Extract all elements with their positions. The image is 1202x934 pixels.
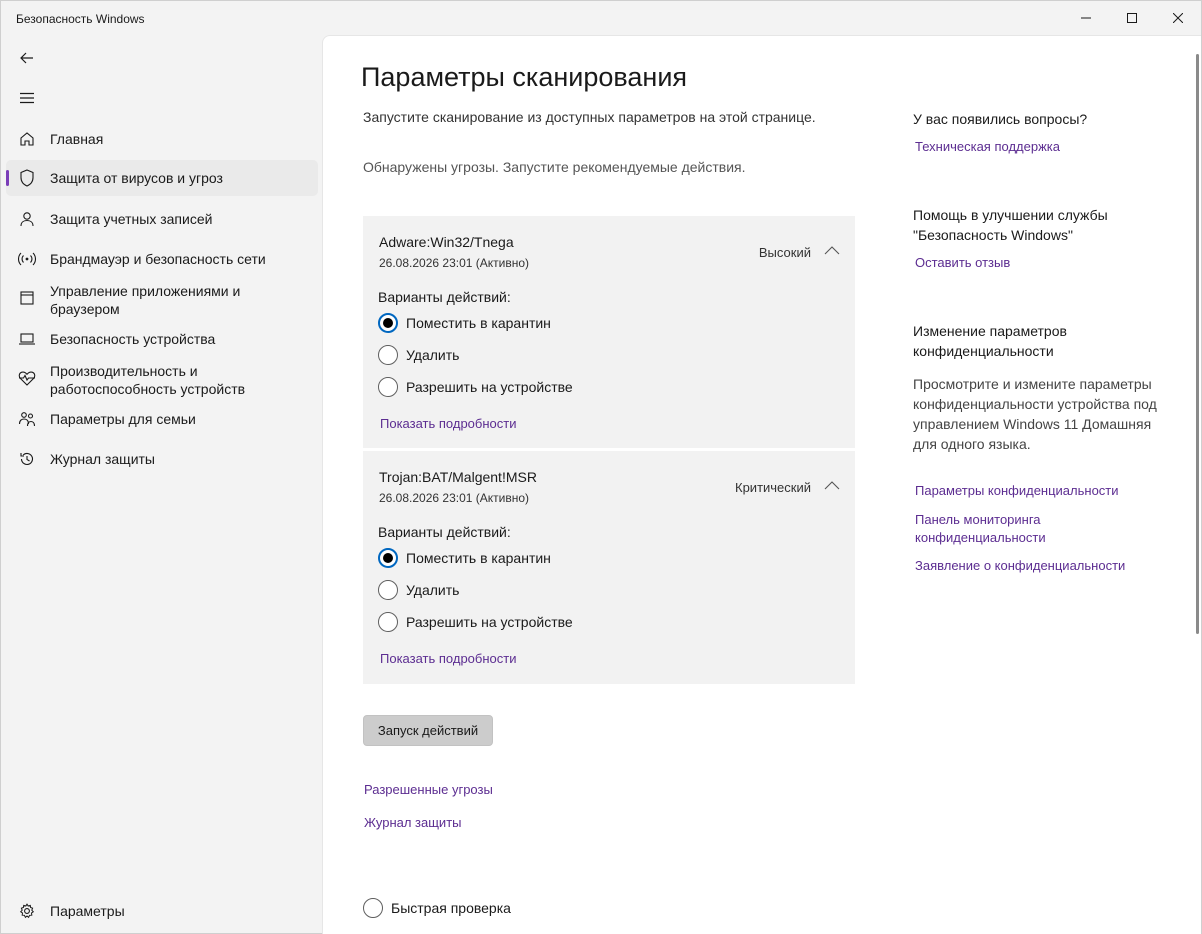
show-details-link[interactable]: Показать подробности xyxy=(380,416,516,431)
threat-name: Adware:Win32/Tnega xyxy=(379,234,514,250)
show-details-link[interactable]: Показать подробности xyxy=(380,651,516,666)
run-actions-button[interactable]: Запуск действий xyxy=(363,715,493,746)
sidebar-item-device-performance[interactable]: Производительность и работоспособность у… xyxy=(6,361,318,399)
minimize-icon xyxy=(1081,17,1091,19)
family-icon xyxy=(18,410,36,428)
improve-heading: Помощь в улучшении службы "Безопасность … xyxy=(913,207,1108,243)
gear-icon xyxy=(18,902,36,920)
privacy-settings-link[interactable]: Параметры конфиденциальности xyxy=(915,482,1155,500)
sidebar-item-device-security[interactable]: Безопасность устройства xyxy=(6,323,318,355)
tech-support-link[interactable]: Техническая поддержка xyxy=(915,138,1155,156)
protection-history-link[interactable]: Журнал защиты xyxy=(364,815,462,830)
maximize-button[interactable] xyxy=(1109,1,1155,35)
option-label: Разрешить на устройстве xyxy=(406,379,573,395)
sidebar-item-settings[interactable]: Параметры xyxy=(6,895,318,927)
chevron-up-icon xyxy=(824,480,840,489)
active-indicator xyxy=(6,170,9,186)
option-label: Удалить xyxy=(406,347,460,363)
radio-button[interactable] xyxy=(378,377,398,397)
privacy-statement-link[interactable]: Заявление о конфиденциальности xyxy=(915,557,1155,575)
sidebar-item-virus-protection[interactable]: Защита от вирусов и угроз xyxy=(6,160,318,196)
actions-label: Варианты действий: xyxy=(378,524,511,540)
threat-severity: Высокий xyxy=(758,245,811,260)
collapse-button[interactable] xyxy=(823,243,841,257)
privacy-description: Просмотрите и измените параметры конфиде… xyxy=(913,376,1157,452)
sidebar-item-account-protection[interactable]: Защита учетных записей xyxy=(6,203,318,235)
feedback-link[interactable]: Оставить отзыв xyxy=(915,254,1155,272)
minimize-button[interactable] xyxy=(1063,1,1109,35)
threat-date: 26.08.2026 23:01 (Активно) xyxy=(379,256,530,270)
collapse-button[interactable] xyxy=(823,478,841,492)
back-button[interactable] xyxy=(9,42,45,74)
close-icon xyxy=(1173,13,1183,23)
sidebar-item-protection-history[interactable]: Журнал защиты xyxy=(6,443,318,475)
radio-button-checked[interactable] xyxy=(378,313,398,333)
hamburger-icon xyxy=(20,92,34,104)
privacy-heading: Изменение параметров конфиденциальности xyxy=(913,323,1067,359)
sidebar-item-label: Параметры для семьи xyxy=(50,411,196,427)
shield-icon xyxy=(18,169,36,187)
app-window-icon xyxy=(18,289,36,307)
threat-date: 26.08.2026 23:01 (Активно) xyxy=(379,491,530,505)
threat-name: Trojan:BAT/Malgent!MSR xyxy=(379,469,537,485)
sidebar-item-firewall[interactable]: Брандмауэр и безопасность сети xyxy=(6,243,318,275)
allow-option[interactable]: Разрешить на устройстве xyxy=(378,611,573,633)
app-title: Безопасность Windows xyxy=(16,12,145,26)
quarantine-option[interactable]: Поместить в карантин xyxy=(378,312,551,334)
page-subtitle: Запустите сканирование из доступных пара… xyxy=(363,109,816,125)
main-panel: Параметры сканирования Запустите сканиро… xyxy=(322,35,1201,934)
history-icon xyxy=(18,450,36,468)
allow-option[interactable]: Разрешить на устройстве xyxy=(378,376,573,398)
maximize-icon xyxy=(1127,13,1137,23)
sidebar-item-label: Защита учетных записей xyxy=(50,211,213,227)
chevron-up-icon xyxy=(824,245,840,254)
sidebar-item-label: Журнал защиты xyxy=(50,451,155,467)
quarantine-option[interactable]: Поместить в карантин xyxy=(378,547,551,569)
page-title: Параметры сканирования xyxy=(361,62,688,92)
laptop-icon xyxy=(18,330,36,348)
radio-button[interactable] xyxy=(378,345,398,365)
radio-button[interactable] xyxy=(378,580,398,600)
remove-option[interactable]: Удалить xyxy=(378,579,459,601)
questions-heading: У вас появились вопросы? xyxy=(913,111,1088,127)
privacy-dashboard-link[interactable]: Панель мониторинга конфиденциальности xyxy=(915,511,1155,547)
sidebar-item-family-options[interactable]: Параметры для семьи xyxy=(6,403,318,435)
sidebar-item-home[interactable]: Главная xyxy=(6,123,318,155)
remove-option[interactable]: Удалить xyxy=(378,344,459,366)
title-bar: Безопасность Windows xyxy=(1,1,1201,35)
heart-pulse-icon xyxy=(18,369,36,387)
quick-scan-option[interactable]: Быстрая проверка xyxy=(363,898,511,918)
sidebar-item-label: Производительность и работоспособность у… xyxy=(50,363,246,397)
close-button[interactable] xyxy=(1155,1,1201,35)
threat-card: Trojan:BAT/Malgent!MSR 26.08.2026 23:01 … xyxy=(363,451,855,684)
actions-label: Варианты действий: xyxy=(378,289,511,305)
option-label: Быстрая проверка xyxy=(391,900,511,916)
sidebar-item-label: Защита от вирусов и угроз xyxy=(50,170,223,186)
sidebar-item-label: Брандмауэр и безопасность сети xyxy=(50,251,266,267)
option-label: Поместить в карантин xyxy=(406,315,551,331)
wifi-icon xyxy=(18,250,36,268)
radio-button-checked[interactable] xyxy=(378,548,398,568)
sidebar-item-label: Управление приложениями и браузером xyxy=(50,283,241,317)
option-label: Разрешить на устройстве xyxy=(406,614,573,630)
radio-button[interactable] xyxy=(378,612,398,632)
home-icon xyxy=(18,130,36,148)
sidebar-item-app-browser-control[interactable]: Управление приложениями и браузером xyxy=(6,281,318,319)
hamburger-menu-button[interactable] xyxy=(9,82,45,114)
person-icon xyxy=(18,210,36,228)
option-label: Удалить xyxy=(406,582,460,598)
sidebar-item-label: Параметры xyxy=(50,903,125,919)
threat-severity: Критический xyxy=(735,480,811,495)
sidebar-item-label: Безопасность устройства xyxy=(50,331,216,347)
allowed-threats-link[interactable]: Разрешенные угрозы xyxy=(364,782,493,797)
scrollbar[interactable] xyxy=(1196,54,1199,634)
sidebar-item-label: Главная xyxy=(50,131,104,147)
app-window: Безопасность Windows Главная Защита от в… xyxy=(0,0,1202,934)
threats-found-message: Обнаружены угрозы. Запустите рекомендуем… xyxy=(363,159,746,175)
back-arrow-icon xyxy=(20,52,33,64)
threat-card: Adware:Win32/Tnega 26.08.2026 23:01 (Акт… xyxy=(363,216,855,448)
radio-button[interactable] xyxy=(363,898,383,918)
option-label: Поместить в карантин xyxy=(406,550,551,566)
